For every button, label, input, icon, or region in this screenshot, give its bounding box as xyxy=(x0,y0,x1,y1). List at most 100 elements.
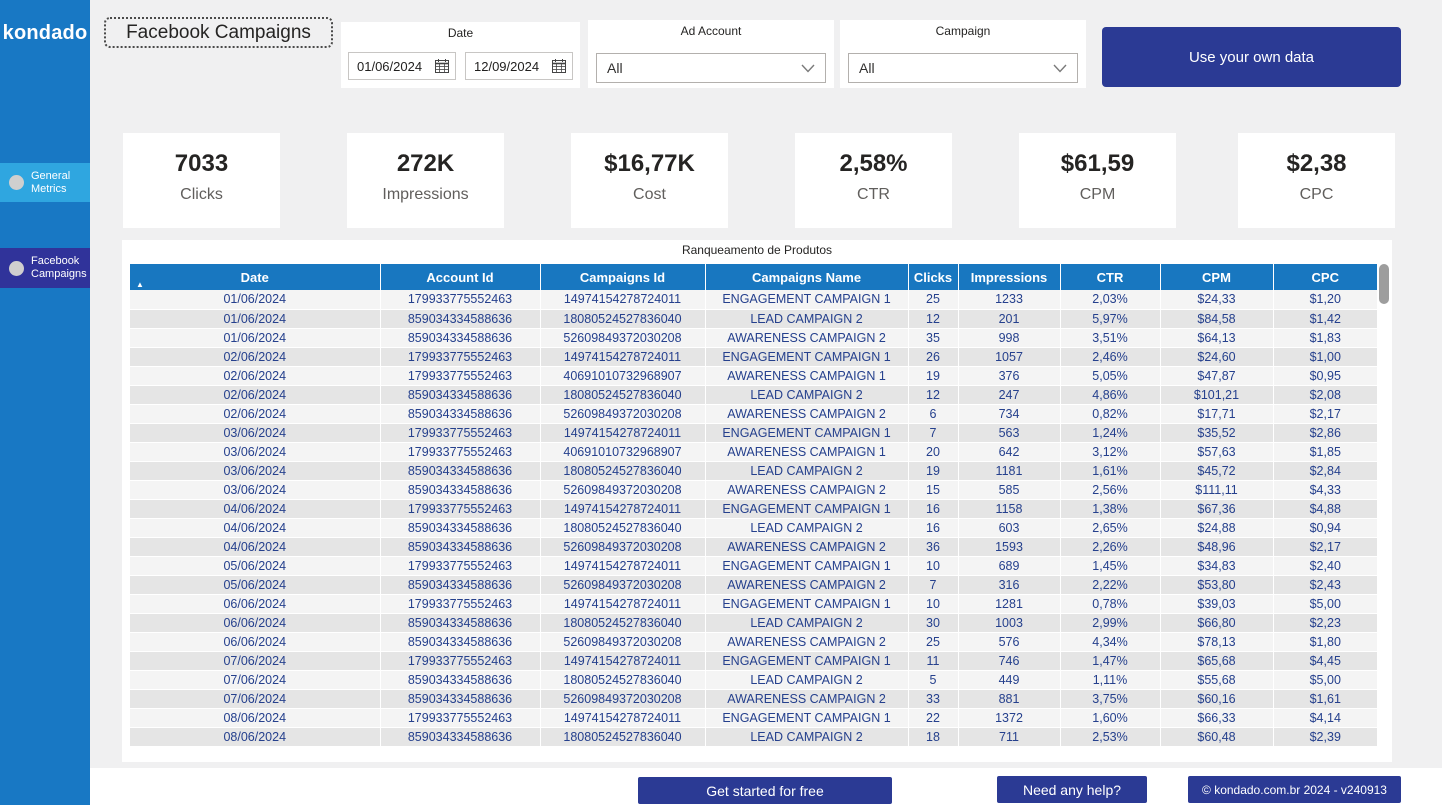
column-header-date[interactable]: Date ▲ xyxy=(130,264,380,290)
column-header-impressions[interactable]: Impressions xyxy=(958,264,1060,290)
table-cell: 563 xyxy=(958,423,1060,442)
table-cell: 05/06/2024 xyxy=(130,575,380,594)
calendar-icon xyxy=(552,59,566,73)
table-cell: 18080524527836040 xyxy=(540,670,705,689)
table-row[interactable]: 03/06/2024179933775552463406910107329689… xyxy=(130,442,1377,461)
sort-ascending-icon[interactable]: ▲ xyxy=(136,281,144,289)
table-cell: 03/06/2024 xyxy=(130,423,380,442)
column-header-account-id[interactable]: Account Id xyxy=(380,264,540,290)
table-cell: LEAD CAMPAIGN 2 xyxy=(705,670,908,689)
scrollbar-thumb[interactable] xyxy=(1379,264,1389,304)
table-cell: 20 xyxy=(908,442,958,461)
table-cell: 1158 xyxy=(958,499,1060,518)
table-cell: 998 xyxy=(958,328,1060,347)
table-cell: 52609849372030208 xyxy=(540,328,705,347)
table-row[interactable]: 05/06/2024859034334588636526098493720302… xyxy=(130,575,1377,594)
table-scrollbar[interactable] xyxy=(1379,264,1389,754)
table-row[interactable]: 05/06/2024179933775552463149741542787240… xyxy=(130,556,1377,575)
table-cell: 35 xyxy=(908,328,958,347)
table-cell: 247 xyxy=(958,385,1060,404)
table-row[interactable]: 08/06/2024179933775552463149741542787240… xyxy=(130,708,1377,727)
table-row[interactable]: 04/06/2024179933775552463149741542787240… xyxy=(130,499,1377,518)
table-cell: 06/06/2024 xyxy=(130,632,380,651)
kpi-card-clicks: 7033 Clicks xyxy=(123,133,280,228)
table-cell: 14974154278724011 xyxy=(540,423,705,442)
table-row[interactable]: 01/06/2024859034334588636526098493720302… xyxy=(130,328,1377,347)
table-row[interactable]: 04/06/2024859034334588636526098493720302… xyxy=(130,537,1377,556)
column-header-ctr[interactable]: CTR xyxy=(1060,264,1160,290)
ad-account-dropdown[interactable]: All xyxy=(596,53,826,83)
table-cell: 859034334588636 xyxy=(380,480,540,499)
sidebar: kondado General Metrics Facebook Campaig… xyxy=(0,0,90,805)
table-cell: LEAD CAMPAIGN 2 xyxy=(705,309,908,328)
table-cell: 18080524527836040 xyxy=(540,461,705,480)
table-cell: LEAD CAMPAIGN 2 xyxy=(705,613,908,632)
table-row[interactable]: 06/06/2024859034334588636180805245278360… xyxy=(130,613,1377,632)
ad-account-value: All xyxy=(607,60,801,76)
column-header-campaigns-id[interactable]: Campaigns Id xyxy=(540,264,705,290)
get-started-button[interactable]: Get started for free xyxy=(638,777,892,804)
table-cell: 04/06/2024 xyxy=(130,499,380,518)
table-cell: ENGAGEMENT CAMPAIGN 1 xyxy=(705,290,908,309)
table-cell: 52609849372030208 xyxy=(540,480,705,499)
table-row[interactable]: 01/06/2024179933775552463149741542787240… xyxy=(130,290,1377,309)
table-cell: $24,33 xyxy=(1160,290,1273,309)
kpi-label: CPM xyxy=(1019,186,1176,204)
need-help-button[interactable]: Need any help? xyxy=(997,776,1147,803)
table-row[interactable]: 07/06/2024859034334588636180805245278360… xyxy=(130,670,1377,689)
campaign-dropdown[interactable]: All xyxy=(848,53,1078,83)
table-cell: 07/06/2024 xyxy=(130,670,380,689)
table-row[interactable]: 07/06/2024179933775552463149741542787240… xyxy=(130,651,1377,670)
table-cell: 7 xyxy=(908,423,958,442)
table-row[interactable]: 06/06/2024179933775552463149741542787240… xyxy=(130,594,1377,613)
column-header-campaigns-name[interactable]: Campaigns Name xyxy=(705,264,908,290)
table-cell: 711 xyxy=(958,727,1060,746)
table-row[interactable]: 07/06/2024859034334588636526098493720302… xyxy=(130,689,1377,708)
table-cell: $2,84 xyxy=(1273,461,1377,480)
table-cell: 03/06/2024 xyxy=(130,461,380,480)
table-row[interactable]: 03/06/2024859034334588636180805245278360… xyxy=(130,461,1377,480)
kpi-label: Cost xyxy=(571,186,728,204)
table-cell: 18080524527836040 xyxy=(540,613,705,632)
table-cell: 859034334588636 xyxy=(380,632,540,651)
table-cell: $64,13 xyxy=(1160,328,1273,347)
kpi-label: Clicks xyxy=(123,186,280,204)
table-row[interactable]: 08/06/2024859034334588636180805245278360… xyxy=(130,727,1377,746)
sidebar-item-general-metrics[interactable]: General Metrics xyxy=(0,163,90,202)
column-header-cpc[interactable]: CPC xyxy=(1273,264,1377,290)
sidebar-item-facebook-campaigns[interactable]: Facebook Campaigns xyxy=(0,248,90,288)
column-header-clicks[interactable]: Clicks xyxy=(908,264,958,290)
table-row[interactable]: 02/06/2024179933775552463406910107329689… xyxy=(130,366,1377,385)
table-cell: 859034334588636 xyxy=(380,537,540,556)
table-cell: $1,42 xyxy=(1273,309,1377,328)
table-cell: 14974154278724011 xyxy=(540,708,705,727)
table-cell: 25 xyxy=(908,290,958,309)
table-cell: 52609849372030208 xyxy=(540,575,705,594)
table-row[interactable]: 02/06/2024859034334588636180805245278360… xyxy=(130,385,1377,404)
table-cell: $2,86 xyxy=(1273,423,1377,442)
table-row[interactable]: 01/06/2024859034334588636180805245278360… xyxy=(130,309,1377,328)
table-row[interactable]: 03/06/2024179933775552463149741542787240… xyxy=(130,423,1377,442)
table-cell: $48,96 xyxy=(1160,537,1273,556)
table-cell: 14974154278724011 xyxy=(540,290,705,309)
table-cell: 3,75% xyxy=(1060,689,1160,708)
table-cell: 2,56% xyxy=(1060,480,1160,499)
column-header-cpm[interactable]: CPM xyxy=(1160,264,1273,290)
date-end-input[interactable]: 12/09/2024 xyxy=(465,52,573,80)
use-your-own-data-button[interactable]: Use your own data xyxy=(1102,27,1401,87)
table-row[interactable]: 04/06/2024859034334588636180805245278360… xyxy=(130,518,1377,537)
table-cell: 1,60% xyxy=(1060,708,1160,727)
table-row[interactable]: 03/06/2024859034334588636526098493720302… xyxy=(130,480,1377,499)
table-cell: 14974154278724011 xyxy=(540,499,705,518)
table-row[interactable]: 06/06/2024859034334588636526098493720302… xyxy=(130,632,1377,651)
table-cell: 07/06/2024 xyxy=(130,689,380,708)
table-row[interactable]: 02/06/2024859034334588636526098493720302… xyxy=(130,404,1377,423)
table-cell: $39,03 xyxy=(1160,594,1273,613)
date-start-input[interactable]: 01/06/2024 xyxy=(348,52,456,80)
circle-icon xyxy=(9,261,24,276)
table-cell: 5,05% xyxy=(1060,366,1160,385)
table-cell: $57,63 xyxy=(1160,442,1273,461)
table-cell: 4,34% xyxy=(1060,632,1160,651)
table-row[interactable]: 02/06/2024179933775552463149741542787240… xyxy=(130,347,1377,366)
table-cell: $0,94 xyxy=(1273,518,1377,537)
